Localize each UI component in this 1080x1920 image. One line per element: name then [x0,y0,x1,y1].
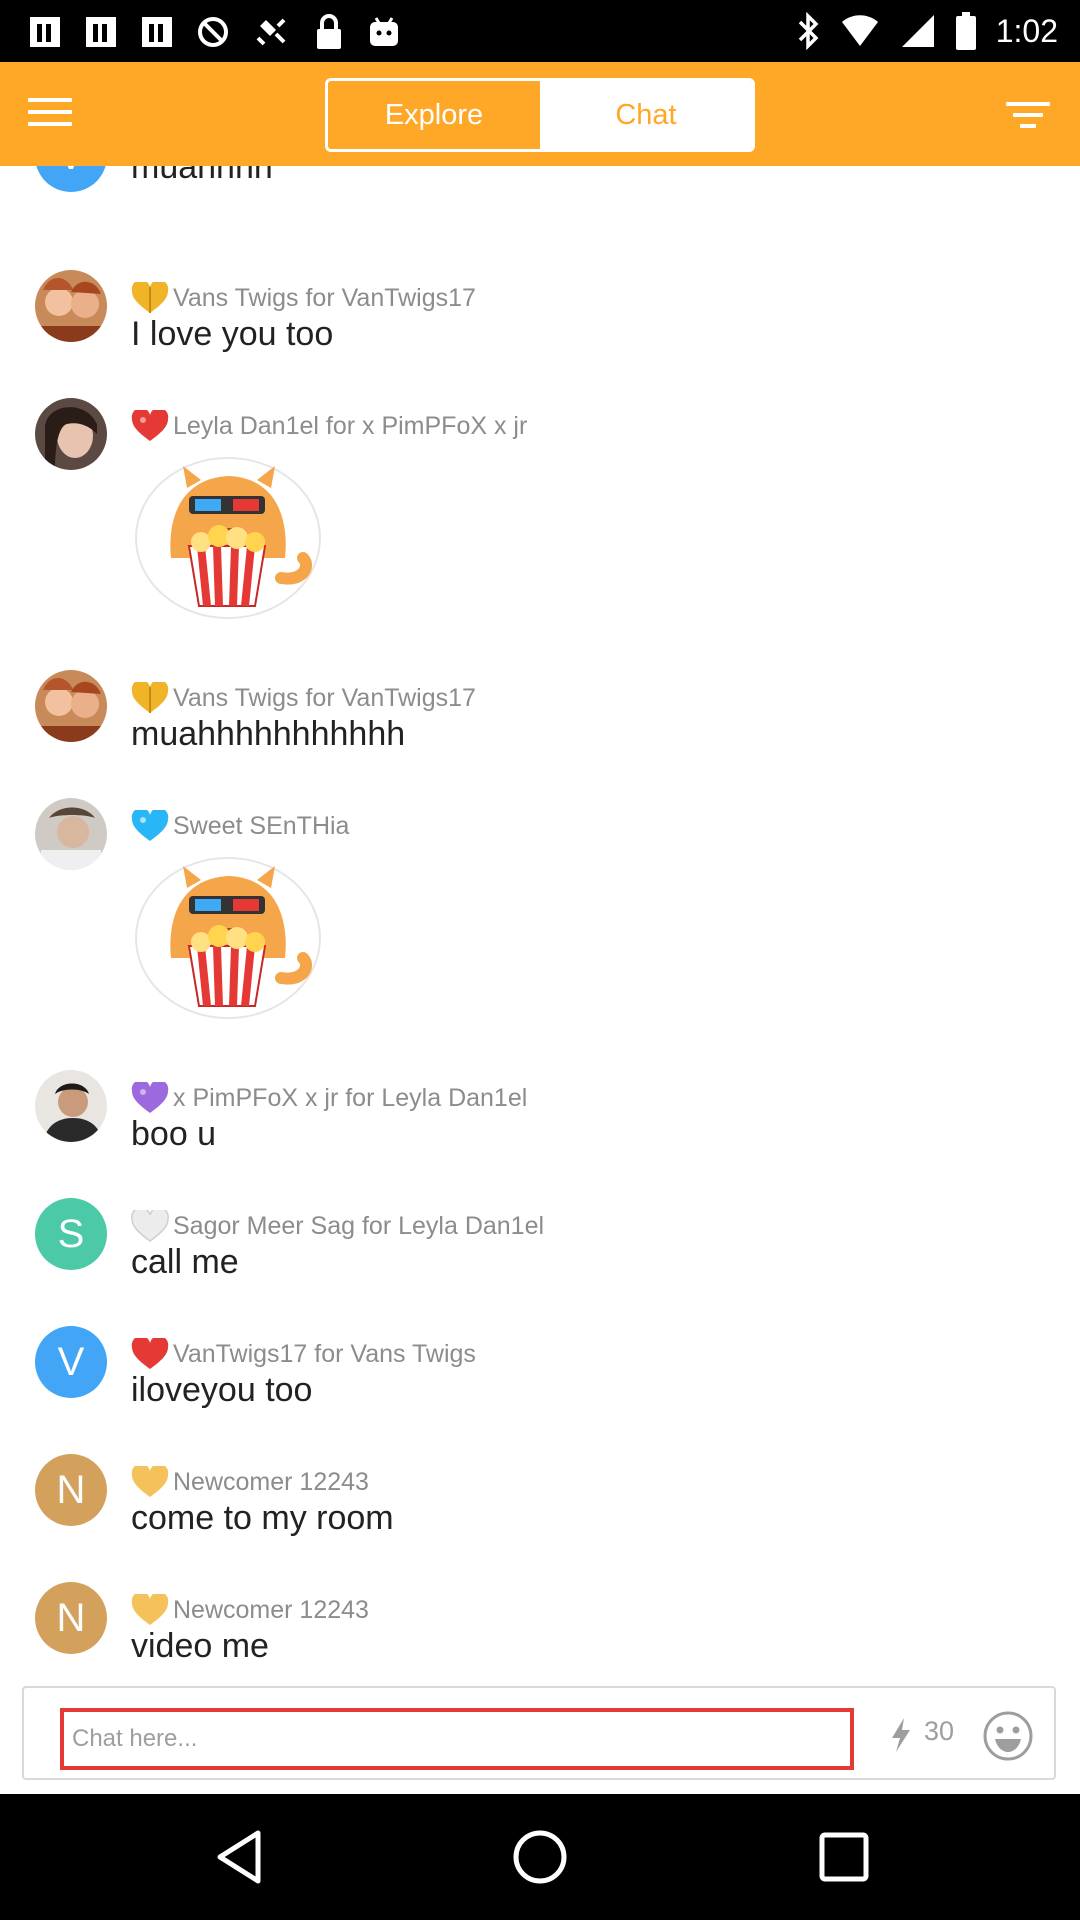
message-text: video me [131,1627,269,1665]
chat-message: N Newcomer 12243 video me [0,1582,1080,1682]
cell-signal-icon [901,15,934,47]
tab-chat[interactable]: Chat [540,81,752,149]
message-sender: Vans Twigs for VanTwigs17 [173,684,476,712]
message-sender: Sagor Meer Sag for Leyla Dan1el [173,1212,545,1240]
lock-icon [317,14,341,49]
notification-icons [28,12,402,52]
chat-message: Vans Twigs for VanTwigs17 I love you too [0,270,1080,370]
app-screen: 1:02 Explore Chat V muahhhh Vans Twigs f… [0,0,1080,1920]
popcorn-cat-sticker[interactable] [131,838,326,1023]
chat-message: x PimPFoX x jr for Leyla Dan1el boo u [0,1070,1080,1170]
message-sender: Vans Twigs for VanTwigs17 [173,284,476,312]
message-text: call me [131,1243,239,1281]
recents-icon[interactable] [814,1827,874,1887]
chat-message: Leyla Dan1el for x PimPFoX x jr [0,398,1080,628]
message-text: muahhhh [131,166,273,186]
avatar[interactable] [35,670,107,742]
home-icon[interactable] [510,1827,570,1887]
chat-message: V VanTwigs17 for Vans Twigs iloveyou too [0,1326,1080,1426]
message-sender: VanTwigs17 for Vans Twigs [173,1340,476,1368]
chat-message: S Sagor Meer Sag for Leyla Dan1el call m… [0,1198,1080,1298]
avatar[interactable] [35,1070,107,1142]
chat-message: V muahhhh [0,166,1080,240]
message-sender: x PimPFoX x jr for Leyla Dan1el [173,1084,528,1112]
chat-input-bar: 30 [22,1686,1056,1780]
avatar[interactable]: V [35,166,107,192]
explore-chat-toggle: Explore Chat [325,78,755,152]
message-sender: Leyla Dan1el for x PimPFoX x jr [173,412,528,440]
avatar[interactable] [35,398,107,470]
chat-message: Vans Twigs for VanTwigs17 muahhhhhhhhhhh [0,670,1080,770]
back-icon[interactable] [210,1827,270,1887]
popcorn-cat-sticker[interactable] [131,438,326,623]
message-sender: Newcomer 12243 [173,1596,369,1624]
system-status: 1:02 [796,10,1058,52]
satellite-fake-gps-icon [256,18,286,46]
red-heart-icon [131,1338,169,1369]
app-header: Explore Chat [0,62,1080,166]
message-text: I love you too [131,315,334,353]
system-nav-bar [0,1794,1080,1920]
avatar[interactable]: S [35,1198,107,1270]
blocked-icon [198,17,228,47]
clock: 1:02 [995,12,1058,49]
notification-app-icon [142,17,172,47]
message-text: boo u [131,1115,217,1153]
chat-input[interactable] [60,1708,854,1770]
purple-heart-icon [131,1082,169,1113]
notification-app-icon [86,17,116,47]
chat-message: Sweet SEnTHia [0,798,1080,1028]
gold-heart-icon [131,282,169,313]
message-text: come to my room [131,1499,394,1537]
battery-icon [955,12,976,50]
message-text: muahhhhhhhhhhh [131,715,406,753]
gold-heart-icon [131,682,169,713]
android-debug-icon [370,17,398,46]
status-bar: 1:02 [0,0,1080,62]
lightning-bolt-icon [892,1718,910,1752]
avatar[interactable] [35,798,107,870]
message-sender: Newcomer 12243 [173,1468,369,1496]
message-text: iloveyou too [131,1371,313,1409]
smiley-emoji-icon[interactable] [982,1710,1034,1762]
white-heart-icon [131,1210,169,1242]
wifi-signal-icon [841,15,878,46]
hamburger-menu-icon[interactable] [28,98,72,130]
yellow-heart-icon [131,1466,169,1497]
avatar[interactable]: N [35,1454,107,1526]
bluetooth-icon [798,12,819,50]
avatar[interactable]: V [35,1326,107,1398]
chat-message: N Newcomer 12243 come to my room [0,1454,1080,1554]
filter-icon[interactable] [1006,102,1050,132]
notification-app-icon [30,17,60,47]
bolt-count: 30 [924,1716,955,1746]
chat-message-list[interactable]: V muahhhh Vans Twigs for VanTwigs17 I lo… [0,166,1080,1686]
avatar[interactable] [35,270,107,342]
tab-explore[interactable]: Explore [328,81,540,149]
message-sender: Sweet SEnTHia [173,812,350,840]
avatar[interactable]: N [35,1582,107,1654]
yellow-heart-icon [131,1594,169,1625]
